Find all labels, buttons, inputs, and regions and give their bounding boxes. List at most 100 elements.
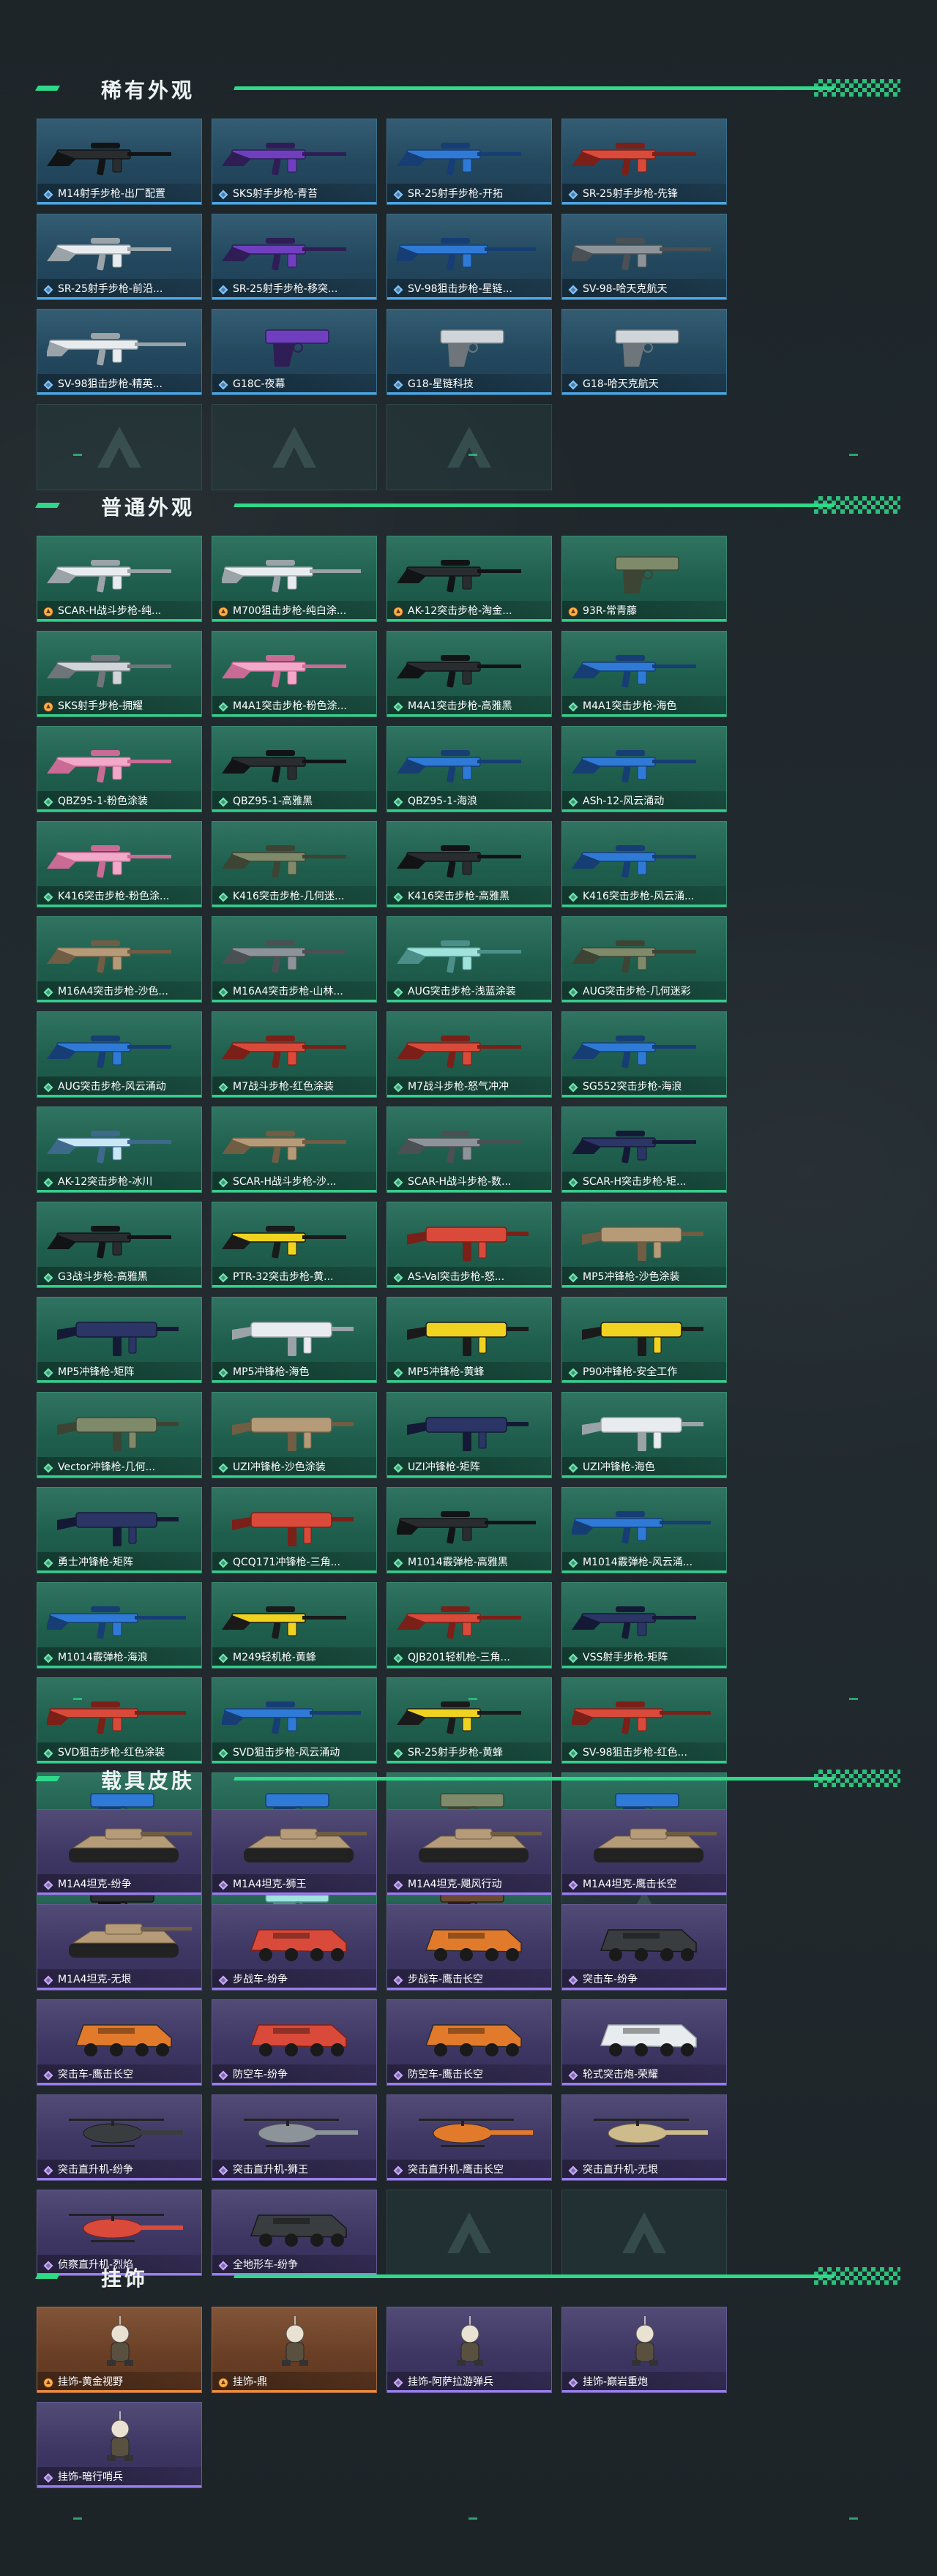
skin-card[interactable]: AS-Val突击步枪-怒... bbox=[387, 1202, 552, 1288]
skin-card[interactable]: QCQ171冲锋枪-三角... bbox=[212, 1487, 377, 1573]
skin-card[interactable]: 突击车-纷争 bbox=[561, 1904, 727, 1991]
skin-card[interactable]: AK-12突击步枪-冰川 bbox=[37, 1107, 202, 1193]
skin-card[interactable]: SR-25射手步枪-前沿... bbox=[37, 214, 202, 300]
legend-badge-icon bbox=[43, 607, 53, 617]
skin-card[interactable]: SV-98狙击步枪-星链... bbox=[387, 214, 552, 300]
skin-card[interactable]: 突击直升机-鹰击长空 bbox=[387, 2094, 552, 2181]
skin-card[interactable]: 轮式突击炮-荣耀 bbox=[561, 1999, 727, 2086]
skin-card[interactable]: G18-星链科技 bbox=[387, 309, 552, 395]
skin-card[interactable]: MP5冲锋枪-海色 bbox=[212, 1297, 377, 1383]
skin-name: 突击直升机-狮王 bbox=[233, 2164, 309, 2176]
skin-card[interactable]: SVD狙击步枪-红色涂装 bbox=[37, 1677, 202, 1764]
skin-card[interactable]: M7战斗步枪-怒气冲冲 bbox=[387, 1011, 552, 1098]
skin-card[interactable]: SVD狙击步枪-风云涌动 bbox=[212, 1677, 377, 1764]
skin-card[interactable]: M1014霰弹枪-高雅黑 bbox=[387, 1487, 552, 1573]
skin-card[interactable]: M16A4突击步枪-山林... bbox=[212, 916, 377, 1003]
skin-card[interactable]: SV-98狙击步枪-红色... bbox=[561, 1677, 727, 1764]
skin-card[interactable]: 突击车-鹰击长空 bbox=[37, 1999, 202, 2086]
skin-card[interactable]: G18C-夜幕 bbox=[212, 309, 377, 395]
skin-card[interactable]: M4A1突击步枪-粉色涂... bbox=[212, 631, 377, 717]
skin-card[interactable]: 突击直升机-无垠 bbox=[561, 2094, 727, 2181]
rarity-diamond-icon bbox=[218, 1273, 228, 1283]
skin-card[interactable]: M14射手步枪-出厂配置 bbox=[37, 119, 202, 205]
rarity-diamond-icon bbox=[218, 1082, 228, 1093]
skin-card[interactable]: SR-25射手步枪-移突... bbox=[212, 214, 377, 300]
skin-card[interactable]: M4A1突击步枪-高雅黑 bbox=[387, 631, 552, 717]
skin-card[interactable]: G18-哈天克航天 bbox=[561, 309, 727, 395]
skin-card[interactable]: 挂饰-巅岩重炮 bbox=[561, 2307, 727, 2393]
skin-card[interactable]: M1014霰弹枪-风云涌... bbox=[561, 1487, 727, 1573]
skin-card[interactable]: 防空车-纷争 bbox=[212, 1999, 377, 2086]
skin-card[interactable]: M7战斗步枪-红色涂装 bbox=[212, 1011, 377, 1098]
skin-card[interactable]: SKS射手步枪-拥耀 bbox=[37, 631, 202, 717]
skin-card[interactable]: SCAR-H战斗步枪-沙... bbox=[212, 1107, 377, 1193]
skin-card[interactable]: QJB201轻机枪-三角... bbox=[387, 1582, 552, 1669]
skin-card[interactable]: UZI冲锋枪-海色 bbox=[561, 1392, 727, 1478]
skin-card[interactable]: 挂饰-阿萨拉游弹兵 bbox=[387, 2307, 552, 2393]
rifle-image bbox=[572, 1036, 696, 1068]
heli-image bbox=[594, 2119, 708, 2147]
skin-card[interactable]: QBZ95-1-高雅黑 bbox=[212, 726, 377, 812]
skin-card[interactable]: 93R-常青藤 bbox=[561, 536, 727, 622]
skin-card[interactable]: K416突击步枪-粉色涂... bbox=[37, 821, 202, 907]
skin-card[interactable]: SG552突击步枪-海浪 bbox=[561, 1011, 727, 1098]
skin-card[interactable]: 突击直升机-狮王 bbox=[212, 2094, 377, 2181]
skin-card[interactable]: 步战车-纷争 bbox=[212, 1904, 377, 1991]
skin-card[interactable]: SCAR-H突击步枪-矩... bbox=[561, 1107, 727, 1193]
skin-card[interactable]: 步战车-鹰击长空 bbox=[387, 1904, 552, 1991]
skin-card[interactable]: M1014霰弹枪-海浪 bbox=[37, 1582, 202, 1669]
skin-card[interactable]: SKS射手步枪-青苔 bbox=[212, 119, 377, 205]
skin-card[interactable]: QBZ95-1-海浪 bbox=[387, 726, 552, 812]
skin-card[interactable]: M1A4坦克-纷争 bbox=[37, 1809, 202, 1895]
skin-card[interactable]: MP5冲锋枪-沙色涂装 bbox=[561, 1202, 727, 1288]
skin-card[interactable]: G3战斗步枪-高雅黑 bbox=[37, 1202, 202, 1288]
rarity-line bbox=[37, 1892, 201, 1895]
rarity-line bbox=[37, 905, 201, 907]
skin-card[interactable]: K416突击步枪-高雅黑 bbox=[387, 821, 552, 907]
skin-card[interactable]: SV-98狙击步枪-精英... bbox=[37, 309, 202, 395]
skin-card[interactable]: 勇士冲锋枪-矩阵 bbox=[37, 1487, 202, 1573]
skin-card[interactable]: VSS射手步枪-矩阵 bbox=[561, 1582, 727, 1669]
skin-card[interactable]: SV-98-哈天克航天 bbox=[561, 214, 727, 300]
skin-card[interactable]: 突击直升机-纷争 bbox=[37, 2094, 202, 2181]
skin-card[interactable]: Vector冲锋枪-几何... bbox=[37, 1392, 202, 1478]
skin-card[interactable]: M249轻机枪-黄蜂 bbox=[212, 1582, 377, 1669]
skin-card[interactable]: M1A4坦克-鹰击长空 bbox=[561, 1809, 727, 1895]
skin-card[interactable]: 挂饰-暗行哨兵 bbox=[37, 2402, 202, 2488]
empty-slot bbox=[212, 404, 377, 490]
skin-card[interactable]: AK-12突击步枪-淘金... bbox=[387, 536, 552, 622]
rarity-line bbox=[37, 1570, 201, 1573]
skin-card[interactable]: UZI冲锋枪-矩阵 bbox=[387, 1392, 552, 1478]
section-footer-dashes bbox=[0, 1698, 937, 1702]
skin-card[interactable]: MP5冲锋枪-矩阵 bbox=[37, 1297, 202, 1383]
skin-name: K416突击步枪-风云涌... bbox=[583, 891, 695, 902]
skin-card[interactable]: ASh-12-风云涌动 bbox=[561, 726, 727, 812]
skin-card[interactable]: SR-25射手步枪-先锋 bbox=[561, 119, 727, 205]
skin-card[interactable]: SR-25射手步枪-开拓 bbox=[387, 119, 552, 205]
section-footer-dashes bbox=[0, 2517, 937, 2522]
skin-card[interactable]: 防空车-鹰击长空 bbox=[387, 1999, 552, 2086]
skin-card[interactable]: M4A1突击步枪-海色 bbox=[561, 631, 727, 717]
skin-card[interactable]: M1A4坦克-飓风行动 bbox=[387, 1809, 552, 1895]
skin-card[interactable]: P90冲锋枪-安全工作 bbox=[561, 1297, 727, 1383]
skin-card[interactable]: 挂饰-鼎 bbox=[212, 2307, 377, 2393]
skin-card[interactable]: SR-25射手步枪-黄蜂 bbox=[387, 1677, 552, 1764]
skin-card[interactable]: AUG突击步枪-风云涌动 bbox=[37, 1011, 202, 1098]
skin-card[interactable]: AUG突击步枪-浅蓝涂装 bbox=[387, 916, 552, 1003]
skin-card[interactable]: M16A4突击步枪-沙色... bbox=[37, 916, 202, 1003]
skin-card[interactable]: SCAR-H战斗步枪-数... bbox=[387, 1107, 552, 1193]
skin-card[interactable]: MP5冲锋枪-黄蜂 bbox=[387, 1297, 552, 1383]
skin-card[interactable]: UZI冲锋枪-沙色涂装 bbox=[212, 1392, 377, 1478]
skin-card[interactable]: PTR-32突击步枪-黄... bbox=[212, 1202, 377, 1288]
skin-card[interactable]: M700狙击步枪-纯白涂... bbox=[212, 536, 377, 622]
skin-card[interactable]: QBZ95-1-粉色涂装 bbox=[37, 726, 202, 812]
skin-card[interactable]: K416突击步枪-几何迷... bbox=[212, 821, 377, 907]
skin-card[interactable]: K416突击步枪-风云涌... bbox=[561, 821, 727, 907]
empty-slot bbox=[37, 404, 202, 490]
charm-image bbox=[107, 2316, 133, 2366]
skin-card[interactable]: SCAR-H战斗步枪-纯... bbox=[37, 536, 202, 622]
skin-card[interactable]: 挂饰-黄金视野 bbox=[37, 2307, 202, 2393]
skin-card[interactable]: M1A4坦克-无垠 bbox=[37, 1904, 202, 1991]
skin-card[interactable]: M1A4坦克-狮王 bbox=[212, 1809, 377, 1895]
skin-card[interactable]: AUG突击步枪-几何迷彩 bbox=[561, 916, 727, 1003]
